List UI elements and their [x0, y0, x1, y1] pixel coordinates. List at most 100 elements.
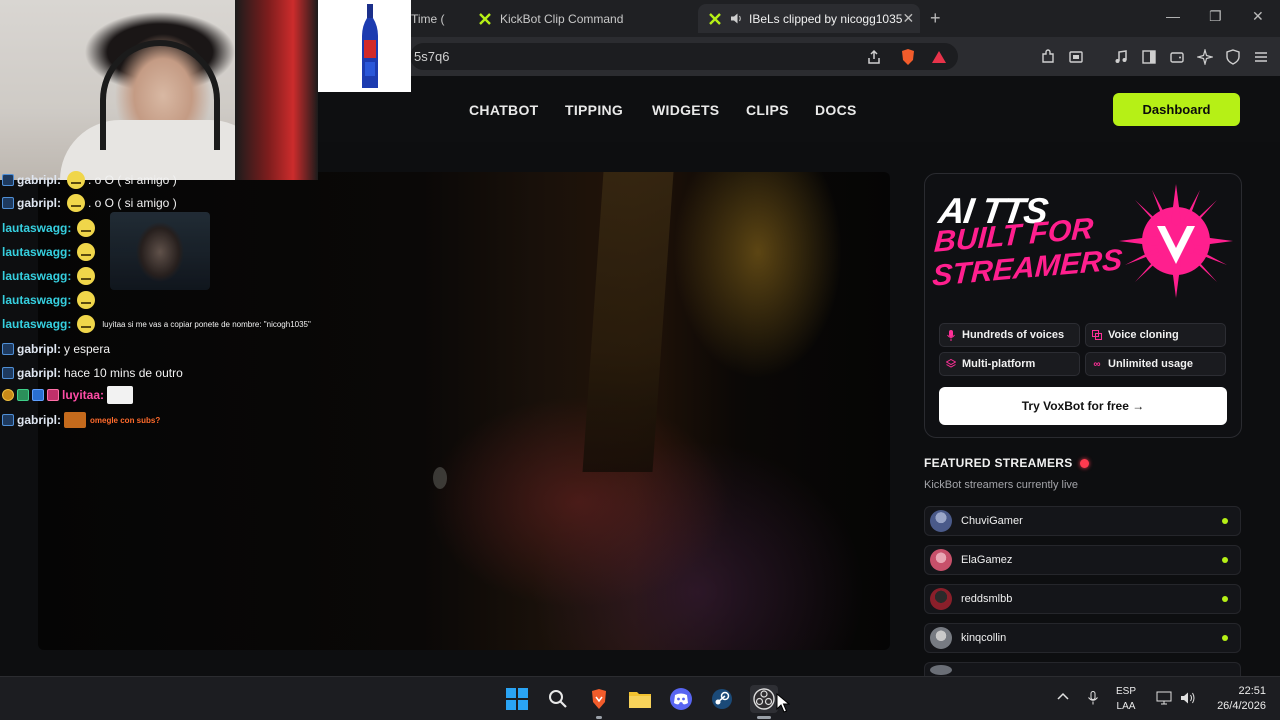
screen: Time ( KickBot Clip Command IBeLs clippe…: [0, 0, 1280, 720]
chat-message: lautaswagg:: [2, 266, 98, 286]
wallet-icon[interactable]: [1168, 48, 1186, 66]
language-code: ESP: [1116, 686, 1137, 697]
chat-message: lautaswagg:: [2, 290, 98, 310]
chat-username: lautaswagg:: [2, 317, 72, 331]
nav-clips[interactable]: CLIPS: [746, 102, 789, 118]
chat-username: gabripl:: [17, 413, 61, 427]
mouse-cursor-icon: [776, 693, 790, 713]
online-status-icon: [1222, 635, 1228, 641]
vpn-shield-icon[interactable]: [1224, 48, 1242, 66]
close-window-icon[interactable]: ✕: [1252, 8, 1264, 25]
chat-username: gabripl:: [17, 196, 61, 210]
nav-chatbot[interactable]: CHATBOT: [469, 102, 539, 118]
nav-tipping[interactable]: TIPPING: [565, 102, 623, 118]
system-clock[interactable]: 22:51 26/4/2026: [1217, 684, 1266, 714]
app-running-indicator: [596, 716, 602, 719]
feature-label: Multi-platform: [962, 358, 1036, 370]
live-indicator-icon: [1079, 458, 1089, 468]
streamer-name: ChuviGamer: [961, 515, 1023, 527]
discord-icon[interactable]: [667, 685, 695, 713]
streamer-webcam: [0, 0, 318, 180]
volume-icon[interactable]: [1180, 691, 1196, 708]
mini-webcam-overlay: [110, 212, 210, 290]
nav-docs[interactable]: DOCS: [815, 102, 857, 118]
input-language-indicator[interactable]: ESP LAA: [1116, 684, 1136, 714]
extensions-icon[interactable]: [1039, 48, 1057, 66]
microphone-icon[interactable]: [1087, 691, 1099, 708]
voxbot-logo-icon: [1119, 184, 1233, 298]
mic-icon: [946, 329, 956, 341]
copy-icon: [1092, 330, 1102, 340]
search-icon[interactable]: [544, 685, 572, 713]
chat-text: hace 10 mins de outro: [64, 366, 183, 380]
share-icon[interactable]: [865, 48, 883, 66]
emote-icon: [67, 194, 85, 212]
chat-username: gabripl:: [17, 366, 61, 380]
network-icon[interactable]: [1156, 691, 1172, 708]
minimize-icon[interactable]: —: [1166, 8, 1180, 24]
windows-start-icon[interactable]: [503, 685, 531, 713]
close-tab-icon[interactable]: ✕: [902, 10, 914, 27]
feature-chip: Hundreds of voices: [939, 323, 1080, 347]
kickbot-favicon-icon: [708, 12, 722, 26]
chat-message: lautaswagg:: [2, 218, 98, 238]
chat-text: omegle con subs?: [90, 415, 161, 425]
emote-icon: [67, 171, 85, 189]
active-app-indicator: [757, 716, 771, 719]
screenshot-icon[interactable]: [1067, 48, 1085, 66]
chat-text: luyitaa si me vas a copiar ponete de nom…: [102, 319, 311, 329]
voxbot-ad-card[interactable]: AI TTS BUILT FOR STREAMERS Hundreds of v…: [924, 173, 1242, 438]
chat-username: lautaswagg:: [2, 269, 72, 283]
tab-time[interactable]: Time (: [405, 4, 463, 33]
menu-icon[interactable]: [1252, 48, 1270, 66]
keyboard-layout: LAA: [1116, 701, 1136, 712]
avatar: [930, 588, 952, 610]
streamer-row-elagamez[interactable]: ElaGamez: [924, 545, 1241, 575]
tab-clip-page[interactable]: IBeLs clipped by nicogg1035 ✕: [698, 4, 920, 33]
nav-widgets[interactable]: WIDGETS: [652, 102, 719, 118]
file-explorer-icon[interactable]: [626, 685, 654, 713]
obs-icon[interactable]: [750, 685, 778, 713]
subscriber-badge-icon: [2, 197, 14, 209]
subscriber-badge-icon: [2, 414, 14, 426]
chat-message: lautaswagg:: [2, 242, 98, 262]
streamer-row-chuvigamer[interactable]: ChuviGamer: [924, 506, 1241, 536]
url-text: 5s7q6: [414, 49, 450, 64]
emote-icon: [77, 219, 96, 237]
clock-time: 22:51: [1238, 685, 1266, 697]
tab-label: Time (: [411, 11, 445, 26]
streamer-row-reddsmlbb[interactable]: reddsmlbb: [924, 584, 1241, 614]
subscriber-badge-icon: [2, 174, 14, 186]
badge-icon: [47, 389, 59, 401]
emote-icon: [64, 412, 86, 428]
subscriber-badge-icon: [2, 343, 14, 355]
speaker-audio-icon[interactable]: [730, 12, 743, 26]
brave-rewards-icon[interactable]: [930, 48, 948, 66]
chat-username: gabripl:: [17, 342, 61, 356]
streamer-name: reddsmlbb: [961, 593, 1013, 605]
brave-icon[interactable]: [585, 685, 613, 713]
avatar: [930, 510, 952, 532]
avatar: [930, 627, 952, 649]
infinity-icon: ∞: [1093, 358, 1101, 370]
streamer-row-partial[interactable]: [924, 662, 1241, 676]
new-tab-icon[interactable]: +: [930, 8, 941, 29]
show-hidden-icons-icon[interactable]: [1057, 691, 1069, 706]
subscriber-badge-icon: [2, 367, 14, 379]
emote-image-icon: [107, 386, 134, 404]
video-frame-detail: [433, 467, 447, 489]
dashboard-button[interactable]: Dashboard: [1113, 93, 1240, 126]
emote-icon: [77, 291, 96, 309]
sidebar-icon[interactable]: [1140, 48, 1158, 66]
media-music-icon[interactable]: [1112, 48, 1130, 66]
tab-kickbot-clip-command[interactable]: KickBot Clip Command: [468, 4, 693, 33]
avatar: [930, 549, 952, 571]
restore-icon[interactable]: ❐: [1209, 8, 1222, 25]
steam-icon[interactable]: [708, 685, 736, 713]
brave-shields-icon[interactable]: [899, 48, 917, 66]
chat-username: luyitaa:: [62, 388, 105, 402]
featured-title-text: FEATURED STREAMERS: [924, 456, 1073, 470]
try-voxbot-button[interactable]: Try VoxBot for free →: [939, 387, 1227, 425]
streamer-row-kinqcollin[interactable]: kinqcollin: [924, 623, 1241, 653]
leo-ai-icon[interactable]: [1196, 48, 1214, 66]
